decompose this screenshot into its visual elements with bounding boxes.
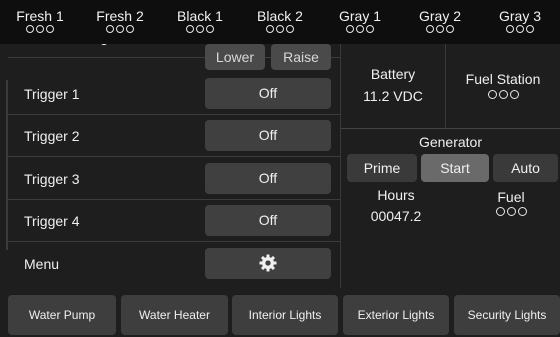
menu-button[interactable] — [205, 248, 331, 279]
tank-level-bar: Fresh 1 Fresh 2 Black 1 Black 2 Gray 1 G… — [0, 0, 560, 44]
bottom-button-bar: Water Pump Water Heater Interior Lights … — [0, 288, 560, 337]
row-label: Rear Landing Jacks — [24, 44, 148, 58]
level-dots-icon — [165, 25, 235, 33]
row-trigger-4: Trigger 4 Off — [8, 200, 340, 242]
level-dots-icon — [85, 25, 155, 33]
battery-label: Battery — [370, 66, 416, 82]
interior-lights-button[interactable]: Interior Lights — [232, 295, 338, 335]
level-dots-icon — [485, 25, 555, 33]
row-label: Trigger 1 — [24, 86, 80, 102]
tank-black-1: Black 1 — [165, 0, 235, 33]
row-menu: Menu — [8, 243, 340, 285]
tank-name: Gray 1 — [338, 8, 381, 24]
tank-name: Black 2 — [257, 8, 303, 24]
row-label: Trigger 2 — [24, 128, 80, 144]
row-trigger-1: Trigger 1 Off — [8, 73, 340, 115]
gear-icon — [259, 254, 277, 272]
water-heater-button[interactable]: Water Heater — [121, 295, 228, 335]
water-pump-button[interactable]: Water Pump — [8, 295, 116, 335]
row-landing-jacks: Rear Landing Jacks Lower Raise — [8, 44, 340, 70]
security-lights-button[interactable]: Security Lights — [454, 295, 560, 335]
tank-name: Gray 2 — [418, 8, 461, 24]
trigger-1-toggle[interactable]: Off — [205, 78, 331, 109]
hours-value: 00047.2 — [370, 208, 422, 224]
trigger-4-toggle[interactable]: Off — [205, 205, 331, 236]
tank-gray-3: Gray 3 — [485, 0, 555, 33]
tank-gray-1: Gray 1 — [325, 0, 395, 33]
row-label: Menu — [24, 256, 60, 272]
battery-value: 11.2 VDC — [363, 88, 423, 104]
row-label: Trigger 3 — [24, 171, 80, 187]
control-list: Rear Landing Jacks Lower Raise Trigger 1… — [8, 44, 341, 288]
fuel-station-label: Fuel Station — [465, 71, 541, 87]
tank-gray-2: Gray 2 — [405, 0, 475, 33]
generator-title: Generator — [418, 134, 483, 150]
prime-button[interactable]: Prime — [347, 154, 417, 182]
level-dots-icon — [405, 25, 475, 33]
tank-fresh-1: Fresh 1 — [5, 0, 75, 33]
row-label: Trigger 4 — [24, 213, 80, 229]
lower-button[interactable]: Lower — [205, 44, 265, 70]
tank-name: Fresh 2 — [96, 8, 144, 24]
fuel-dots-icon — [461, 207, 560, 216]
level-dots-icon — [325, 25, 395, 33]
row-trigger-2: Trigger 2 Off — [8, 115, 340, 157]
trigger-2-toggle[interactable]: Off — [205, 120, 331, 151]
divider — [341, 128, 560, 129]
exterior-lights-button[interactable]: Exterior Lights — [343, 295, 449, 335]
raise-button[interactable]: Raise — [271, 44, 331, 70]
hours-label: Hours — [377, 187, 415, 203]
fuel-station-dots-icon — [446, 90, 560, 99]
tank-name: Fresh 1 — [16, 8, 64, 24]
tank-fresh-2: Fresh 2 — [85, 0, 155, 33]
auto-button[interactable]: Auto — [493, 154, 558, 182]
level-dots-icon — [5, 25, 75, 33]
level-dots-icon — [245, 25, 315, 33]
trigger-3-toggle[interactable]: Off — [205, 163, 331, 194]
status-panel: Battery 11.2 VDC Fuel Station Generator … — [341, 44, 560, 288]
tank-name: Gray 3 — [498, 8, 541, 24]
row-trigger-3: Trigger 3 Off — [8, 158, 340, 200]
start-button[interactable]: Start — [421, 154, 489, 182]
tank-black-2: Black 2 — [245, 0, 315, 33]
tank-name: Black 1 — [177, 8, 223, 24]
fuel-label: Fuel — [497, 189, 525, 205]
